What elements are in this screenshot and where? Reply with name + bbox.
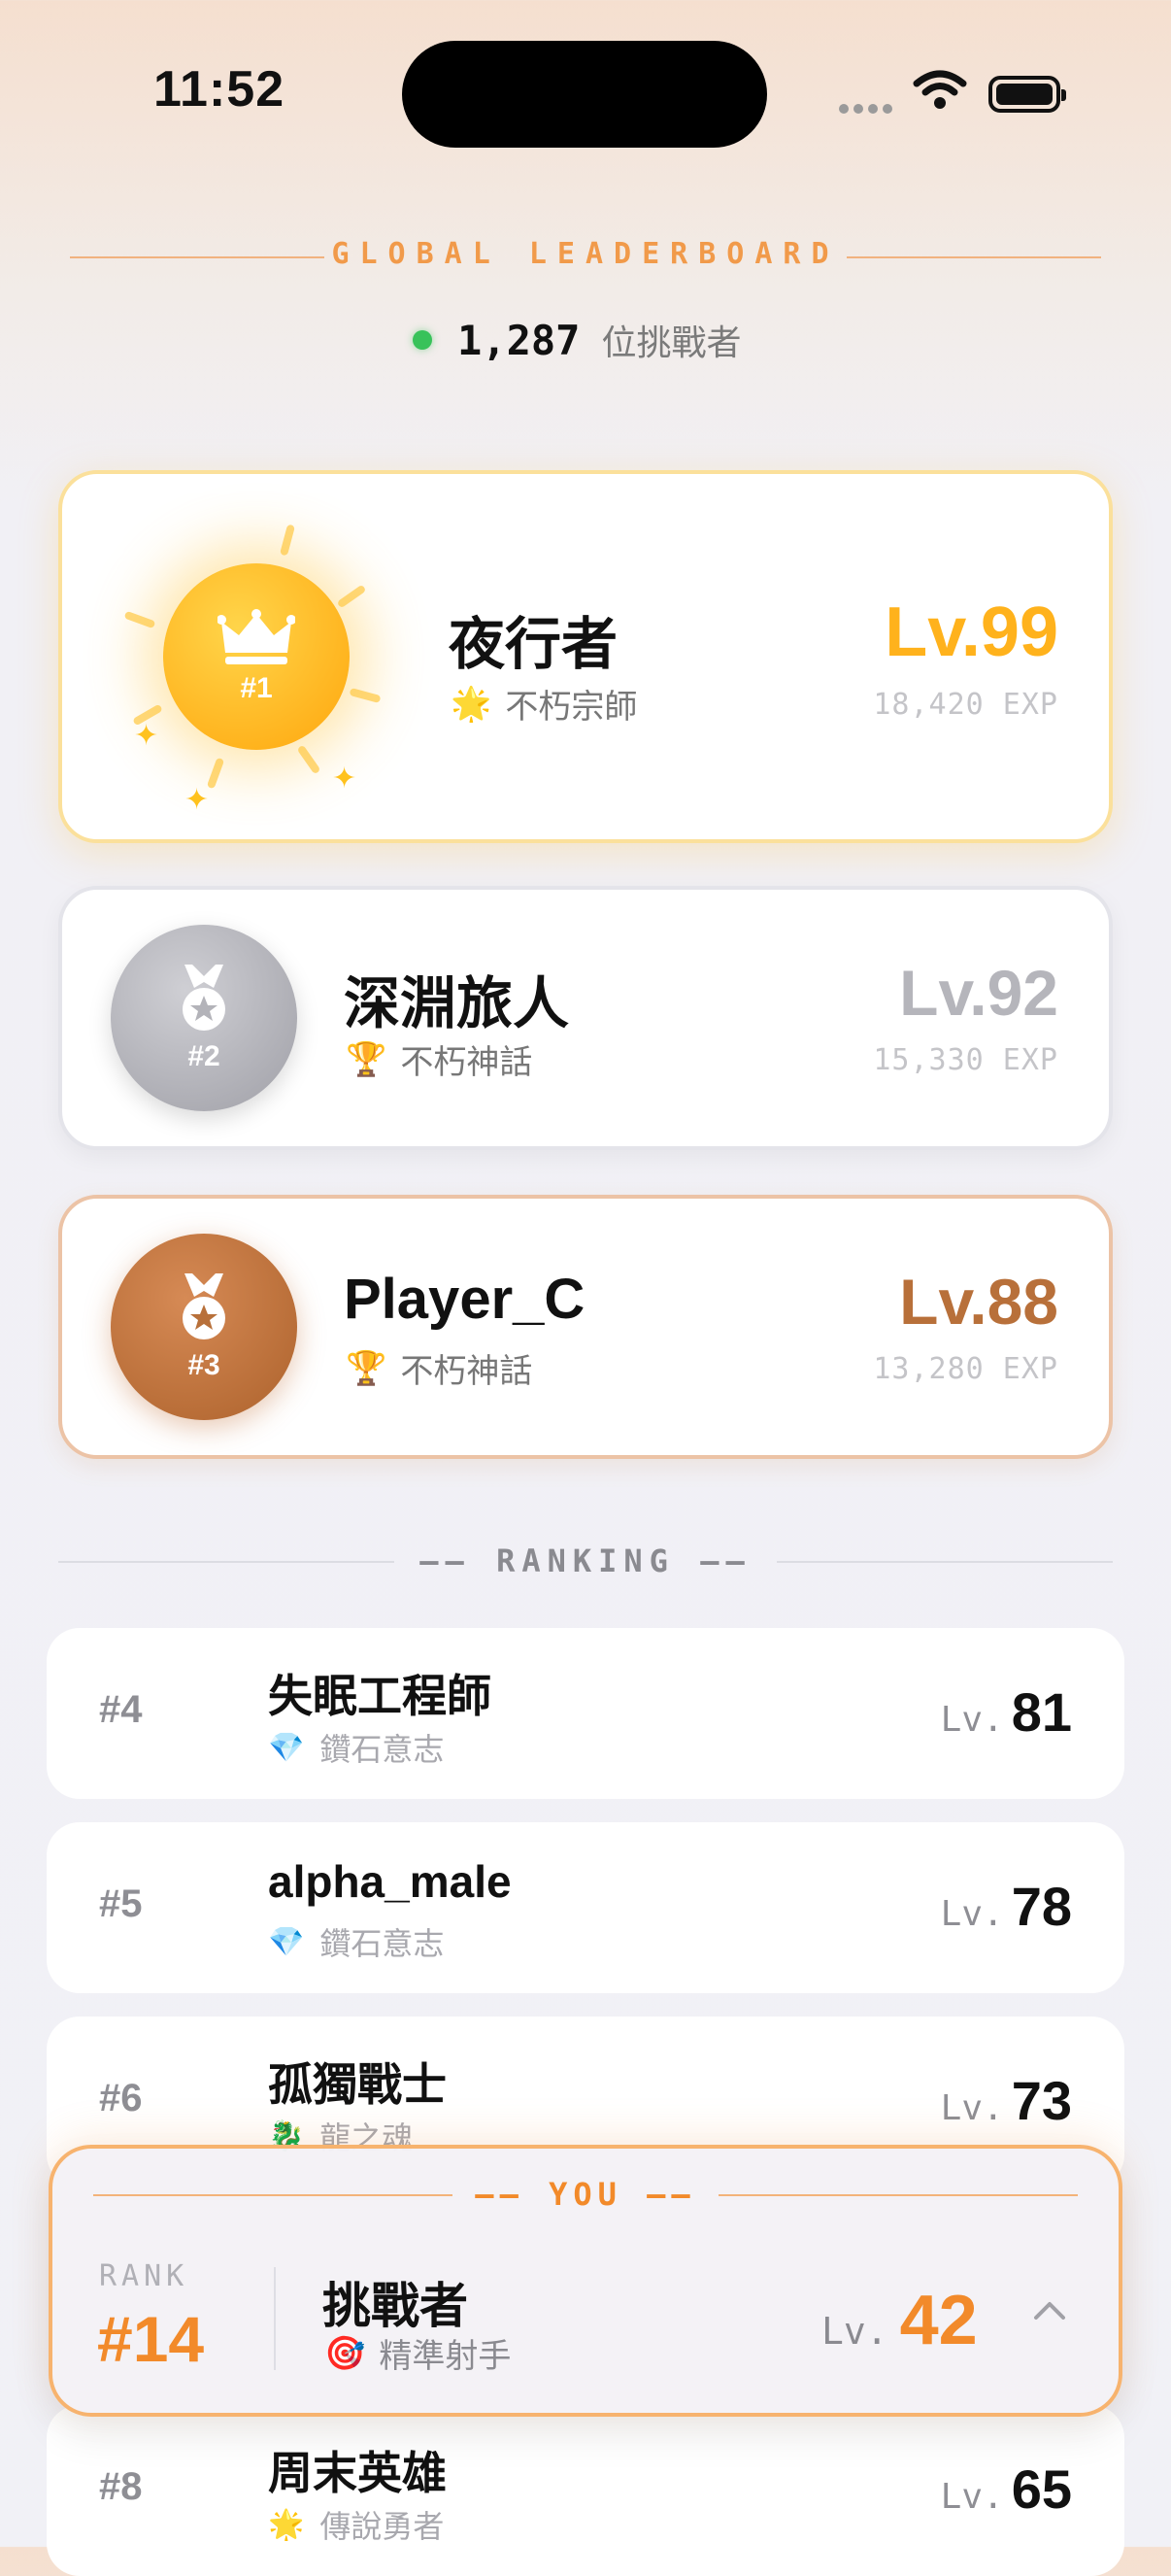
row-title-text: 傳說勇者: [319, 2509, 445, 2544]
you-separator: [274, 2267, 276, 2370]
ranking-row[interactable]: #8 周末英雄 🌟 傳說勇者 Lv. 65: [47, 2405, 1124, 2576]
wifi-icon: [913, 70, 967, 116]
player-title: 🏆 不朽神話: [346, 1035, 532, 1083]
row-rank: #6: [99, 2077, 143, 2119]
chevron-up-icon[interactable]: [1033, 2298, 1065, 2327]
medal-icon: [183, 1273, 225, 1339]
ranking-divider-left: [58, 1561, 394, 1563]
rank-badge-number: #3: [187, 1349, 220, 1381]
sparkle-icon: ✦: [332, 763, 357, 795]
player-title: 🏆 不朽神話: [346, 1344, 532, 1392]
row-name: 失眠工程師: [268, 1671, 491, 1721]
online-counter: 1,287 位挑戰者: [413, 313, 782, 367]
row-name: 周末英雄: [268, 2448, 447, 2498]
dynamic-island: [402, 41, 767, 148]
trophy-icon: 🏆: [346, 1349, 387, 1387]
player-title-text: 不朽神話: [400, 1044, 533, 1081]
ranking-heading: —— RANKING ——: [419, 1542, 752, 1579]
row-level: Lv. 65: [941, 2457, 1072, 2521]
player-title-text: 不朽神話: [400, 1353, 533, 1390]
level-value: 78: [1011, 1876, 1072, 1937]
trophy-icon: 🏆: [346, 1040, 387, 1078]
you-title-text: 精準射手: [379, 2338, 512, 2375]
diamond-icon: 💎: [268, 1925, 305, 1958]
star-icon: 🌟: [451, 685, 492, 723]
row-rank: #8: [99, 2465, 143, 2508]
you-name: 挑戰者: [322, 2279, 468, 2333]
sparkle-icon: ✦: [134, 720, 159, 752]
level-prefix: Lv.: [940, 1894, 1004, 1934]
row-title-text: 鑽石意志: [319, 1926, 445, 1961]
medal-icon: [183, 965, 225, 1031]
level-value: 73: [1011, 2070, 1072, 2131]
ranking-row[interactable]: #4 失眠工程師 💎 鑽石意志 Lv. 81: [47, 1628, 1124, 1799]
row-name: alpha_male: [268, 1856, 512, 1907]
header-divider-right: [847, 256, 1101, 258]
diamond-icon: 💎: [268, 1731, 305, 1764]
level-value: 42: [899, 2282, 978, 2359]
player-level: Lv.88: [899, 1266, 1058, 1338]
you-title: 🎯 精準射手: [324, 2329, 511, 2377]
target-icon: 🎯: [324, 2334, 366, 2372]
player-title-text: 不朽宗師: [505, 689, 638, 726]
you-rank-label: RANK: [99, 2259, 189, 2293]
row-title: 💎 鑽石意志: [268, 1725, 444, 1770]
player-level: Lv.99: [885, 593, 1058, 671]
player-title: 🌟 不朽宗師: [451, 680, 637, 728]
player-name: 夜行者: [449, 613, 619, 676]
ranking-row[interactable]: #5 alpha_male 💎 鑽石意志 Lv. 78: [47, 1822, 1124, 1993]
player-name: 深淵旅人: [344, 972, 570, 1035]
rank-3-medal: #3: [111, 1234, 297, 1420]
online-dot-icon: [413, 330, 432, 350]
you-label: —— YOU ——: [475, 2176, 696, 2213]
online-count: 1,287: [457, 316, 581, 364]
signal-dots-icon: [839, 101, 897, 114]
header-divider-left: [70, 256, 324, 258]
you-divider-left: [93, 2194, 452, 2196]
rank-1-medal: #1: [163, 563, 350, 750]
row-name: 孤獨戰士: [268, 2059, 447, 2110]
row-title: 🌟 傳說勇者: [268, 2502, 444, 2547]
crown-icon: [217, 609, 295, 664]
rank-badge-number: #2: [187, 1040, 220, 1072]
level-value: 65: [1011, 2458, 1072, 2520]
row-title: 💎 鑽石意志: [268, 1919, 444, 1964]
you-rank: #14: [97, 2303, 205, 2375]
you-divider-right: [719, 2194, 1078, 2196]
battery-icon: [988, 76, 1066, 113]
rank-badge-number: #1: [240, 672, 273, 704]
sparkle-icon: ✦: [184, 784, 210, 816]
row-rank: #4: [99, 1688, 143, 1731]
level-prefix: Lv.: [821, 2310, 888, 2353]
row-level: Lv. 73: [941, 2069, 1072, 2132]
row-level: Lv. 81: [941, 1680, 1072, 1744]
online-label: 位挑戰者: [601, 322, 742, 362]
ranking-divider-right: [777, 1561, 1113, 1563]
level-prefix: Lv.: [940, 2477, 1004, 2517]
row-level: Lv. 78: [941, 1875, 1072, 1938]
player-exp: 18,420 EXP: [873, 688, 1058, 722]
row-title-text: 鑽石意志: [319, 1732, 445, 1767]
level-value: 81: [1011, 1681, 1072, 1743]
player-exp: 13,280 EXP: [873, 1352, 1058, 1386]
player-level: Lv.92: [899, 957, 1058, 1029]
you-level: Lv. 42: [821, 2281, 978, 2360]
page-title: GLOBAL LEADERBOARD: [331, 237, 840, 271]
level-prefix: Lv.: [940, 2088, 1004, 2128]
player-name: Player_C: [344, 1268, 586, 1331]
level-prefix: Lv.: [940, 1700, 1004, 1740]
rank-2-medal: #2: [111, 925, 297, 1111]
status-time: 11:52: [153, 61, 285, 118]
row-rank: #5: [99, 1882, 143, 1925]
player-exp: 15,330 EXP: [873, 1043, 1058, 1077]
star-icon: 🌟: [268, 2508, 305, 2541]
